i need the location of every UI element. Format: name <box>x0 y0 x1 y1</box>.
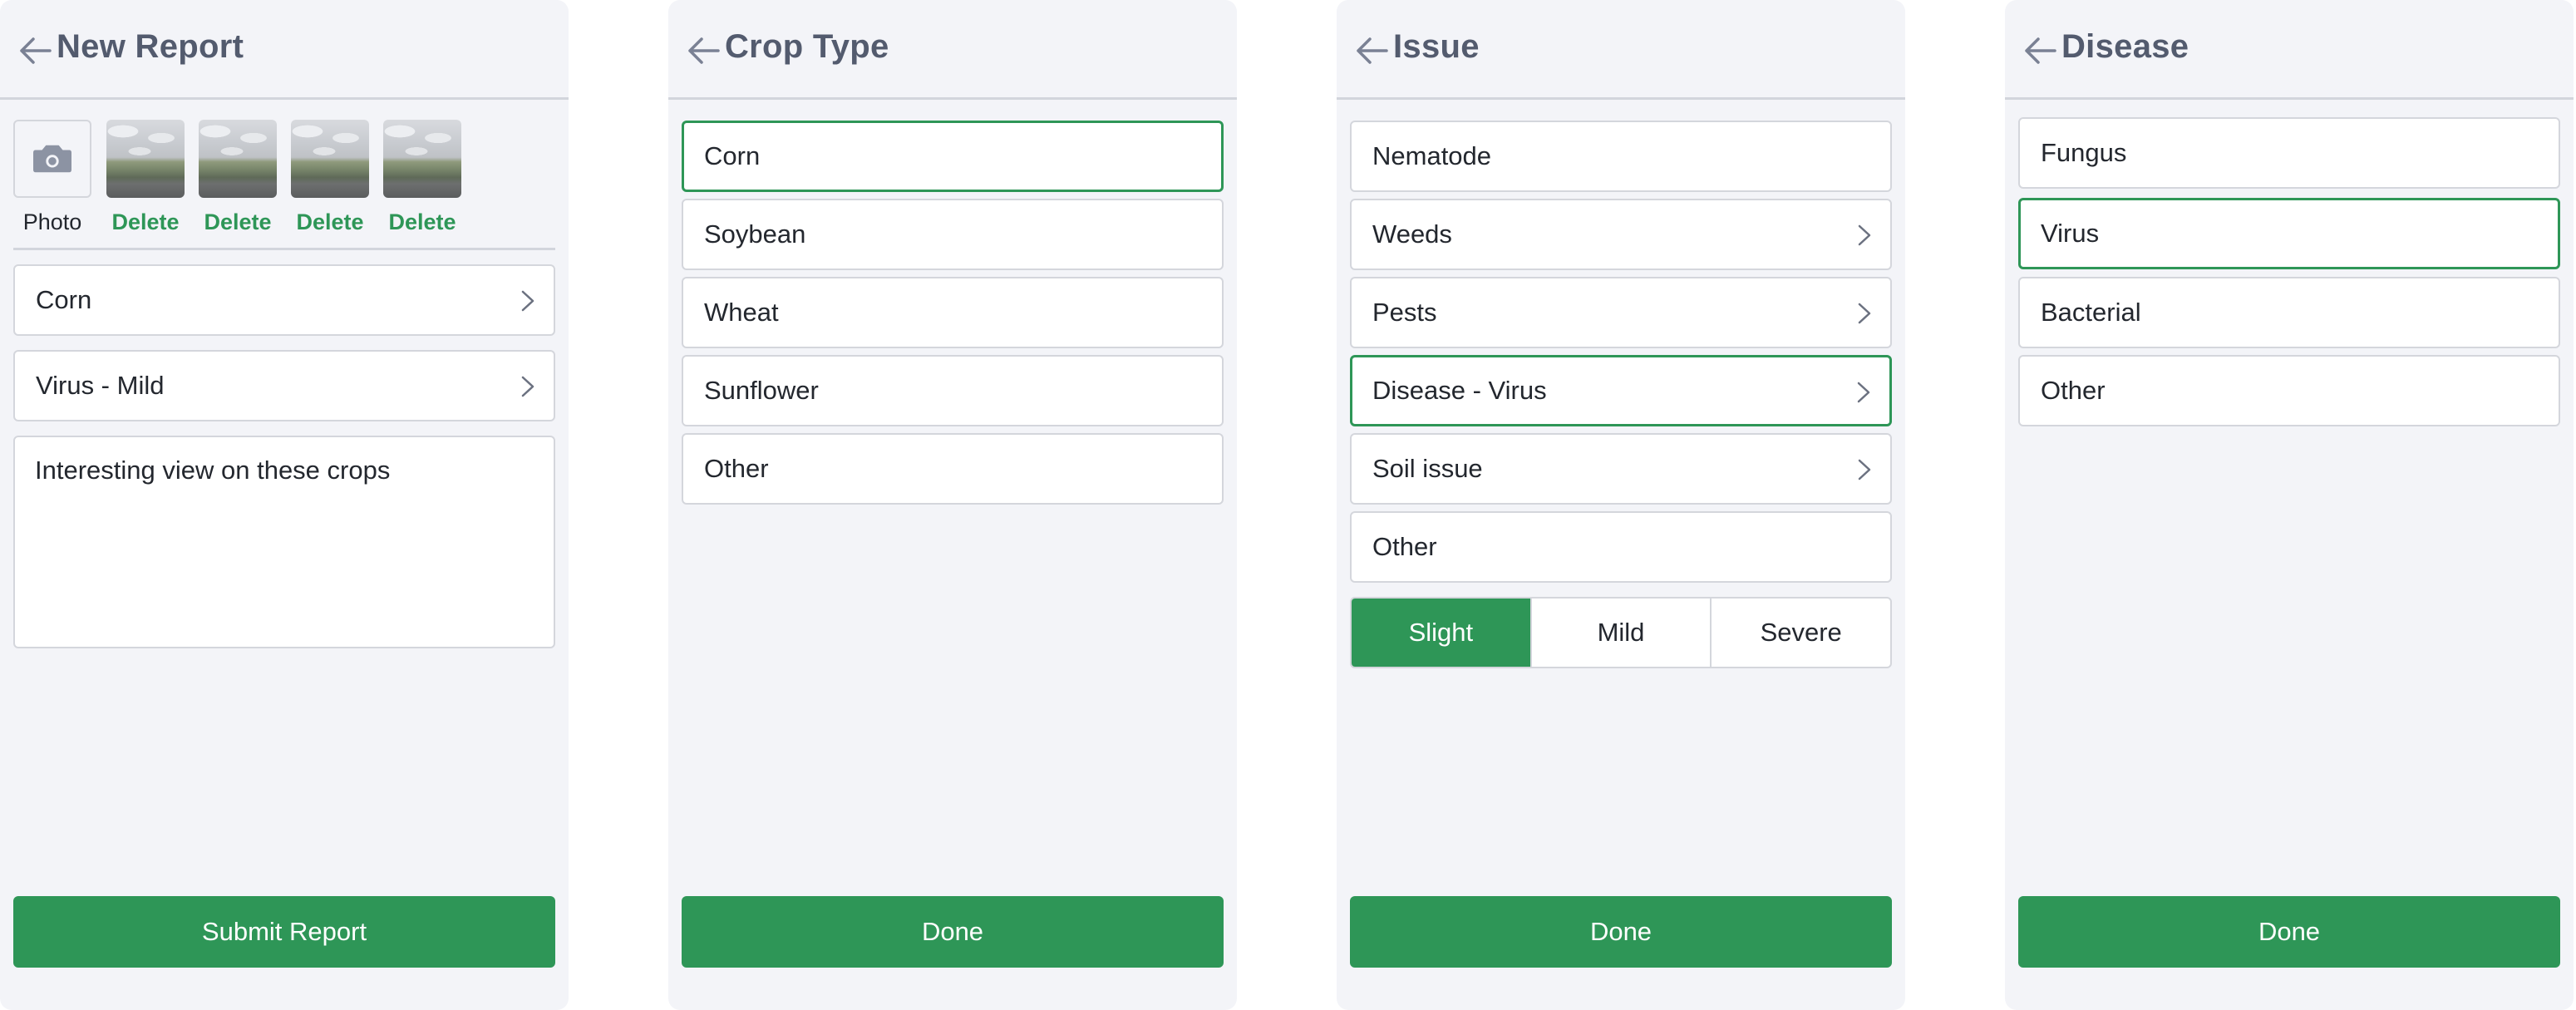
disease-option-other[interactable]: Other <box>2018 355 2560 426</box>
issue-option-disease[interactable]: Disease - Virus <box>1350 355 1892 426</box>
crop-option-wheat[interactable]: Wheat <box>682 277 1224 348</box>
option-label: Disease - Virus <box>1372 376 1547 405</box>
option-label: Other <box>704 454 769 483</box>
photo-thumbnail[interactable] <box>291 120 369 198</box>
notes-textarea[interactable]: Interesting view on these crops <box>13 436 555 648</box>
add-photo-button[interactable] <box>13 120 91 198</box>
page-title: New Report <box>57 28 244 65</box>
chevron-right-icon <box>521 376 534 397</box>
header: New Report <box>0 0 569 100</box>
option-label: Corn <box>704 141 761 170</box>
photo-thumbnail[interactable] <box>383 120 461 198</box>
done-button[interactable]: Done <box>1350 896 1892 968</box>
crop-type-screen: Crop Type Corn Soybean Wheat Sunflower O… <box>668 0 1237 1010</box>
chevron-right-icon <box>1858 459 1871 480</box>
crop-option-sunflower[interactable]: Sunflower <box>682 355 1224 426</box>
header: Disease <box>2005 0 2574 100</box>
photo-label: Photo <box>22 209 82 234</box>
option-label: Soil issue <box>1372 454 1483 483</box>
disease-option-fungus[interactable]: Fungus <box>2018 117 2560 189</box>
back-arrow-icon[interactable] <box>15 32 53 70</box>
option-label: Fungus <box>2041 138 2127 167</box>
chevron-right-icon <box>1858 303 1871 324</box>
disease-option-virus[interactable]: Virus <box>2018 198 2560 269</box>
back-arrow-icon[interactable] <box>1352 32 1390 70</box>
option-label: Sunflower <box>704 376 819 405</box>
issue-option-weeds[interactable]: Weeds <box>1350 199 1892 270</box>
camera-icon <box>33 145 71 173</box>
delete-photo-button[interactable]: Delete <box>199 209 277 235</box>
option-label: Bacterial <box>2041 298 2141 327</box>
severity-slight[interactable]: Slight <box>1352 599 1530 667</box>
chevron-right-icon <box>1858 224 1871 246</box>
option-label: Wheat <box>704 298 779 327</box>
severity-mild[interactable]: Mild <box>1529 599 1711 667</box>
back-arrow-icon[interactable] <box>2020 32 2058 70</box>
option-label: Other <box>2041 376 2106 405</box>
issue-value: Virus - Mild <box>36 371 165 400</box>
done-button[interactable]: Done <box>2018 896 2560 968</box>
issue-option-pests[interactable]: Pests <box>1350 277 1892 348</box>
delete-photo-button[interactable]: Delete <box>383 209 461 235</box>
crop-type-selector[interactable]: Corn <box>13 264 555 336</box>
issue-option-other[interactable]: Other <box>1350 511 1892 583</box>
photo-thumbnail[interactable] <box>199 120 277 198</box>
chevron-right-icon <box>1857 382 1870 403</box>
option-label: Weeds <box>1372 219 1452 249</box>
option-label: Other <box>1372 532 1437 561</box>
crop-option-corn[interactable]: Corn <box>682 121 1224 192</box>
option-label: Nematode <box>1372 141 1492 170</box>
back-arrow-icon[interactable] <box>683 32 722 70</box>
issue-option-soil[interactable]: Soil issue <box>1350 433 1892 505</box>
delete-photo-button[interactable]: Delete <box>291 209 369 235</box>
page-title: Crop Type <box>725 28 889 65</box>
header: Issue <box>1337 0 1905 100</box>
delete-photo-button[interactable]: Delete <box>106 209 185 235</box>
crop-type-value: Corn <box>36 285 92 314</box>
disease-screen: Disease Fungus Virus Bacterial Other Don… <box>2005 0 2574 1010</box>
disease-option-bacterial[interactable]: Bacterial <box>2018 277 2560 348</box>
page-title: Disease <box>2061 28 2189 65</box>
divider <box>13 248 555 250</box>
submit-report-button[interactable]: Submit Report <box>13 896 555 968</box>
photo-thumbnail[interactable] <box>106 120 185 198</box>
page-title: Issue <box>1393 28 1480 65</box>
crop-option-other[interactable]: Other <box>682 433 1224 505</box>
severity-severe[interactable]: Severe <box>1710 599 1890 667</box>
issue-option-nematode[interactable]: Nematode <box>1350 121 1892 192</box>
crop-option-soybean[interactable]: Soybean <box>682 199 1224 270</box>
severity-selector: Slight Mild Severe <box>1350 597 1892 668</box>
option-label: Pests <box>1372 298 1437 327</box>
new-report-screen: New Report Photo Delete Delete Delete De… <box>0 0 569 1010</box>
chevron-right-icon <box>521 290 534 312</box>
issue-selector[interactable]: Virus - Mild <box>13 350 555 421</box>
option-label: Soybean <box>704 219 806 249</box>
header: Crop Type <box>668 0 1237 100</box>
done-button[interactable]: Done <box>682 896 1224 968</box>
issue-screen: Issue Nematode Weeds Pests Disease - Vir… <box>1337 0 1905 1010</box>
option-label: Virus <box>2041 219 2100 248</box>
